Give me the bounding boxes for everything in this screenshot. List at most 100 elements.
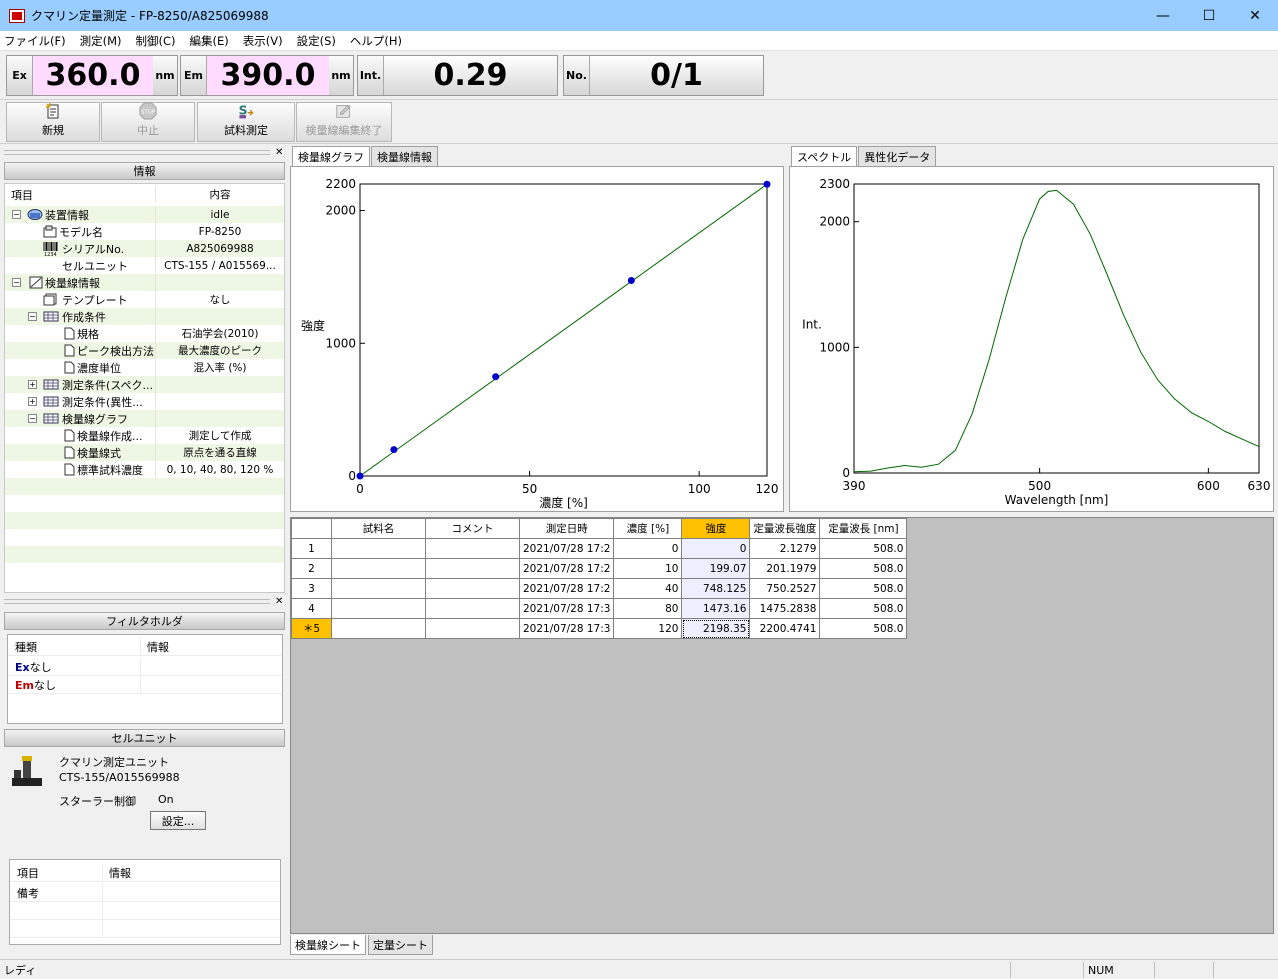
tab-calibration-sheet[interactable]: 検量線シート [290, 935, 366, 955]
menu-settings[interactable]: 設定(S) [297, 33, 336, 49]
tree-row-cal-graph[interactable]: − 検量線グラフ [5, 410, 284, 427]
tree-row-model[interactable]: モデル名 FP-8250 [5, 223, 284, 240]
tree-row-template[interactable]: テンプレート なし [5, 291, 284, 308]
tree-row-cell-unit[interactable]: セルユニット CTS-155 / A015569... [5, 257, 284, 274]
note-row[interactable]: 備考 [10, 884, 280, 902]
menu-file[interactable]: ファイル(F) [4, 33, 66, 49]
menu-edit[interactable]: 編集(E) [190, 33, 229, 49]
col-header-comment[interactable]: コメント [425, 518, 520, 539]
cell-intensity[interactable]: 1473.16 [681, 598, 751, 619]
table-row[interactable]: 4 2021/07/28 17:3 80 1473.16 1475.2838 5… [291, 598, 908, 619]
col-header-datetime[interactable]: 測定日時 [518, 518, 615, 539]
filter-row-em[interactable]: Emなし [8, 676, 282, 694]
tree-row-calibration[interactable]: − 検量線情報 [5, 274, 284, 291]
new-button[interactable]: 新規 [6, 102, 100, 142]
cell-intensity[interactable]: 0 [681, 538, 751, 559]
filter-row-ex[interactable]: Exなし [8, 658, 282, 676]
col-header-intensity[interactable]: 強度 [681, 518, 751, 539]
cell-quant-wavelength[interactable]: 508.0 [819, 598, 908, 619]
cell-datetime[interactable]: 2021/07/28 17:2 [518, 578, 615, 599]
col-header-quant-intensity[interactable]: 定量波長強度 [749, 518, 821, 539]
table-row[interactable]: ＊5 2021/07/28 17:3 120 2198.35 2200.4741… [291, 618, 908, 639]
tree-row-isomer-condition[interactable]: + 測定条件(異性... [5, 393, 284, 410]
cell-sample-name[interactable] [331, 538, 426, 559]
collapse-icon[interactable]: − [12, 278, 21, 287]
sample-measure-button[interactable]: S 試料測定 [197, 102, 295, 142]
cell-comment[interactable] [425, 618, 520, 639]
cell-concentration[interactable]: 0 [613, 538, 683, 559]
cell-comment[interactable] [425, 578, 520, 599]
cell-settings-button[interactable]: 設定... [150, 811, 206, 830]
menu-measure[interactable]: 測定(M) [80, 33, 122, 49]
collapse-icon[interactable]: − [28, 312, 37, 321]
tab-quant-sheet[interactable]: 定量シート [368, 935, 433, 955]
table-row[interactable]: 2 2021/07/28 17:2 10 199.07 201.1979 508… [291, 558, 908, 579]
cell-concentration[interactable]: 80 [613, 598, 683, 619]
tree-row-cal-formula[interactable]: 検量線式 原点を通る直線 [5, 444, 284, 461]
cell-datetime[interactable]: 2021/07/28 17:2 [518, 558, 615, 579]
spectrum-chart[interactable]: 390 500 600 630 0 1000 2000 2300 Wavelength [nm]… [790, 167, 1273, 511]
table-row[interactable]: 1 2021/07/28 17:2 0 0 2.1279 508.0 [291, 538, 908, 559]
cell-intensity[interactable]: 748.125 [681, 578, 751, 599]
tab-isomer-data[interactable]: 異性化データ [858, 146, 937, 166]
calibration-chart[interactable]: 0 50 100 120 0 1000 2000 2200 濃度 [%] 強度 [291, 167, 783, 511]
cell-sample-name[interactable] [331, 578, 426, 599]
cell-quant-wavelength[interactable]: 508.0 [819, 538, 908, 559]
col-header-concentration[interactable]: 濃度 [%] [613, 518, 683, 539]
menu-view[interactable]: 表示(V) [243, 33, 283, 49]
cell-datetime[interactable]: 2021/07/28 17:2 [518, 538, 615, 559]
close-button[interactable]: ✕ [1232, 0, 1278, 31]
cell-sample-name[interactable] [331, 618, 426, 639]
cell-quant-intensity[interactable]: 201.1979 [749, 558, 821, 579]
cell-comment[interactable] [425, 598, 520, 619]
collapse-icon[interactable]: − [28, 414, 37, 423]
tab-calibration-graph[interactable]: 検量線グラフ [292, 146, 370, 167]
tree-row-conc-unit[interactable]: 濃度単位 混入率 (%) [5, 359, 284, 376]
table-row[interactable]: 3 2021/07/28 17:2 40 748.125 750.2527 50… [291, 578, 908, 599]
cell-quant-intensity[interactable]: 2.1279 [749, 538, 821, 559]
cell-quant-wavelength[interactable]: 508.0 [819, 578, 908, 599]
col-header-quant-wavelength[interactable]: 定量波長 [nm] [819, 518, 908, 539]
cell-quant-wavelength[interactable]: 508.0 [819, 558, 908, 579]
info-panel-grip[interactable] [4, 150, 270, 155]
cell-sample-name[interactable] [331, 598, 426, 619]
cell-intensity[interactable]: 2198.35 [681, 618, 751, 639]
tree-row-peak-method[interactable]: ピーク検出方法 最大濃度のピーク [5, 342, 284, 359]
info-panel-close-icon[interactable]: ✕ [275, 147, 283, 158]
row-number[interactable]: 2 [291, 558, 332, 579]
cell-quant-wavelength[interactable]: 508.0 [819, 618, 908, 639]
end-calibration-edit-button[interactable]: 検量線編集終了 [296, 102, 392, 142]
menu-control[interactable]: 制御(C) [136, 33, 176, 49]
cell-concentration[interactable]: 40 [613, 578, 683, 599]
row-number[interactable]: 4 [291, 598, 332, 619]
tab-spectrum[interactable]: スペクトル [791, 146, 858, 167]
cell-datetime[interactable]: 2021/07/28 17:3 [518, 618, 615, 639]
cell-quant-intensity[interactable]: 750.2527 [749, 578, 821, 599]
cell-sample-name[interactable] [331, 558, 426, 579]
stop-button[interactable]: STOP 中止 [101, 102, 195, 142]
tree-row-cal-create[interactable]: 検量線作成... 測定して作成 [5, 427, 284, 444]
cell-concentration[interactable]: 120 [613, 618, 683, 639]
tree-row-device[interactable]: − 装置情報 idle [5, 206, 284, 223]
cell-datetime[interactable]: 2021/07/28 17:3 [518, 598, 615, 619]
cell-quant-intensity[interactable]: 1475.2838 [749, 598, 821, 619]
cell-quant-intensity[interactable]: 2200.4741 [749, 618, 821, 639]
menu-help[interactable]: ヘルプ(H) [350, 33, 402, 49]
minimize-button[interactable]: — [1140, 0, 1186, 31]
cell-comment[interactable] [425, 558, 520, 579]
tree-row-standard[interactable]: 規格 石油学会(2010) [5, 325, 284, 342]
tree-row-std-conc[interactable]: 標準試料濃度 0, 10, 40, 80, 120 % [5, 461, 284, 478]
expand-icon[interactable]: + [28, 380, 37, 389]
cell-concentration[interactable]: 10 [613, 558, 683, 579]
col-header-sample-name[interactable]: 試料名 [331, 518, 426, 539]
tree-row-serial[interactable]: 1234 シリアルNo. A825069988 [5, 240, 284, 257]
tree-row-spec-condition[interactable]: + 測定条件(スペク... [5, 376, 284, 393]
cell-comment[interactable] [425, 538, 520, 559]
tree-row-creation[interactable]: − 作成条件 [5, 308, 284, 325]
filter-panel-grip[interactable] [4, 599, 270, 604]
collapse-icon[interactable]: − [12, 210, 21, 219]
row-number[interactable]: 3 [291, 578, 332, 599]
expand-icon[interactable]: + [28, 397, 37, 406]
row-number[interactable]: 1 [291, 538, 332, 559]
maximize-button[interactable]: ☐ [1186, 0, 1232, 31]
